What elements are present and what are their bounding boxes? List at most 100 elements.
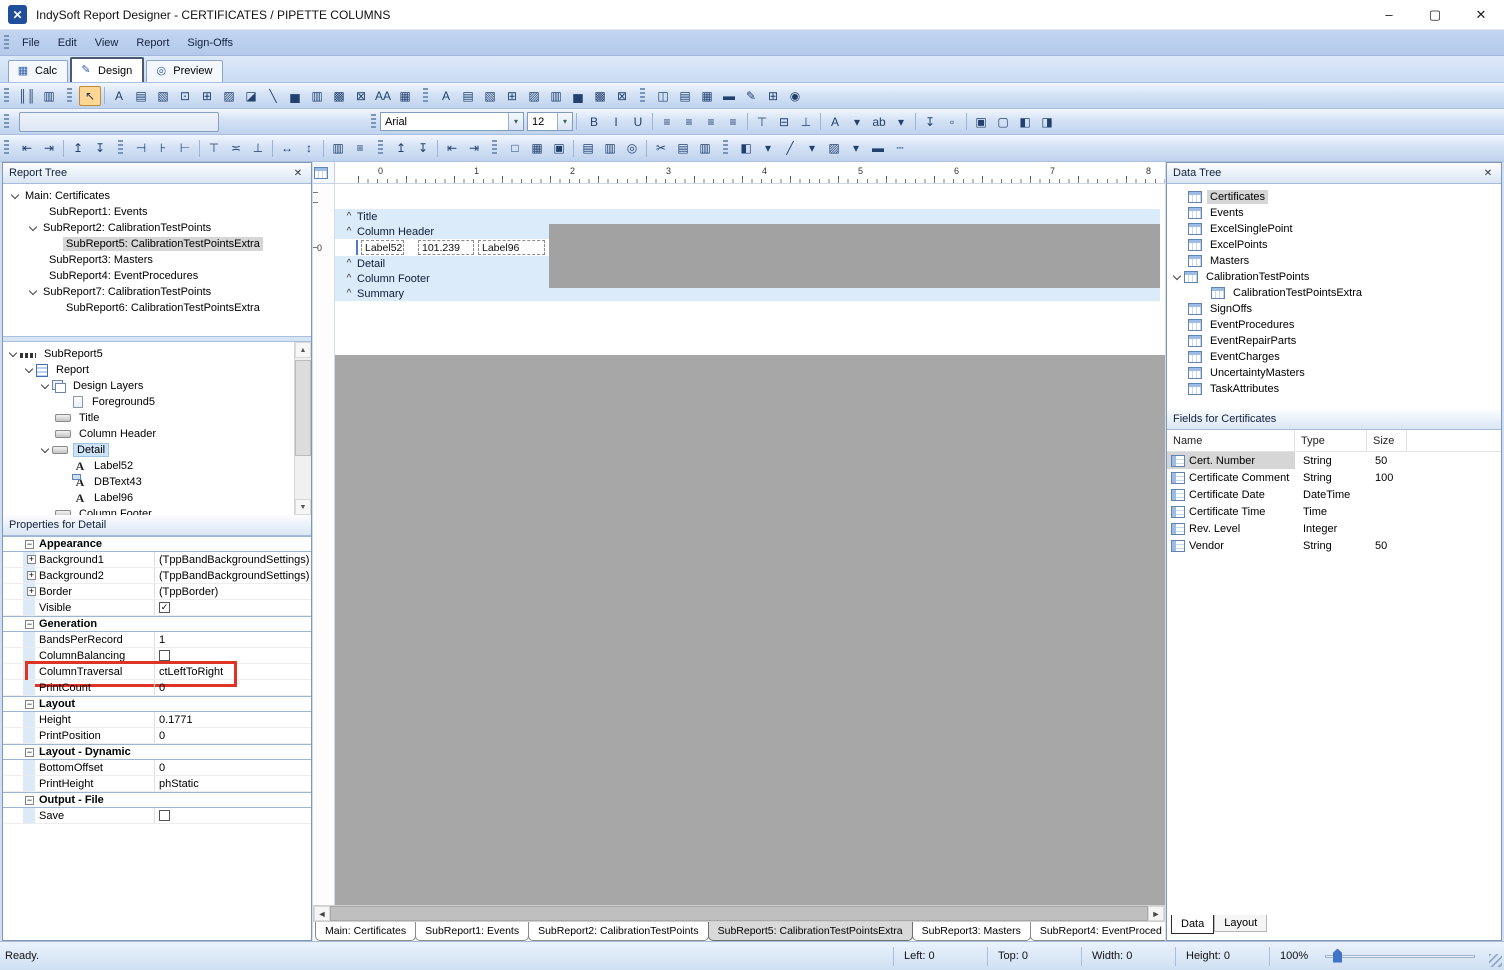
- underline-icon[interactable]: U: [627, 112, 649, 132]
- grow-width-icon[interactable]: ⇤: [441, 138, 463, 158]
- scroll-down-icon[interactable]: ▼: [295, 499, 311, 515]
- field-row[interactable]: Rev. LevelInteger: [1167, 520, 1501, 537]
- property-row[interactable]: BandsPerRecord1: [3, 632, 311, 648]
- subreport-tool-icon[interactable]: ▤: [674, 86, 696, 106]
- toolbar-grip[interactable]: [4, 88, 9, 104]
- horizontal-scrollbar[interactable]: ◄ ►: [313, 905, 1165, 922]
- toolbar-grip[interactable]: [492, 140, 497, 156]
- move-backward-icon[interactable]: ◨: [1036, 112, 1058, 132]
- space-vertically-icon[interactable]: ↕: [298, 138, 320, 158]
- collapse-icon[interactable]: −: [25, 796, 34, 805]
- bring-to-front-icon[interactable]: ▣: [970, 112, 992, 132]
- field-row[interactable]: Certificate TimeTime: [1167, 503, 1501, 520]
- chevron-down-icon[interactable]: [27, 286, 40, 298]
- report-element-label52[interactable]: Label52: [361, 240, 404, 255]
- zoom-slider-thumb[interactable]: [1333, 949, 1342, 963]
- shade-color-icon[interactable]: ▨: [823, 138, 845, 158]
- chevron-down-icon[interactable]: [39, 444, 52, 456]
- object-tree-item-selected[interactable]: Detail: [3, 442, 311, 458]
- close-button[interactable]: ✕: [1458, 0, 1504, 29]
- chevron-down-icon[interactable]: [7, 348, 20, 360]
- fill-color-icon[interactable]: ◧: [735, 138, 757, 158]
- grid-tool-icon[interactable]: ▦: [394, 86, 416, 106]
- dbcheckbox-tool-icon[interactable]: ⊠: [611, 86, 633, 106]
- tab-calc[interactable]: ▦ Calc: [8, 60, 68, 82]
- barcode-settings-icon[interactable]: ▥: [38, 86, 60, 106]
- property-row[interactable]: PrintCount0: [3, 680, 311, 696]
- line-color-icon[interactable]: ╱: [779, 138, 801, 158]
- barcode2d-tool-icon[interactable]: ▩: [328, 86, 350, 106]
- property-category[interactable]: −Layout - Dynamic: [3, 744, 311, 760]
- menu-view[interactable]: View: [86, 33, 128, 53]
- open-report-icon[interactable]: ▦: [526, 138, 548, 158]
- property-category[interactable]: −Generation: [3, 616, 311, 632]
- property-category[interactable]: −Layout: [3, 696, 311, 712]
- property-row-columntraversal[interactable]: ColumnTraversalctLeftToRight: [3, 664, 311, 680]
- close-icon[interactable]: ✕: [291, 168, 305, 179]
- data-tree-item[interactable]: ExcelSinglePoint: [1167, 221, 1501, 237]
- doc-tab-main-certificates[interactable]: Main: Certificates: [315, 922, 416, 941]
- object-tree-item[interactable]: Title: [3, 410, 311, 426]
- collapse-band-icon[interactable]: ^: [343, 273, 355, 284]
- toolbar-grip[interactable]: [4, 114, 9, 130]
- match-size-icon[interactable]: ▥: [327, 138, 349, 158]
- fill-color-dropdown-icon[interactable]: ▾: [757, 138, 779, 158]
- data-tree-item[interactable]: UncertaintyMasters: [1167, 365, 1501, 381]
- print-preview-icon[interactable]: ◎: [621, 138, 643, 158]
- barcode-icon[interactable]: ║║: [16, 86, 38, 106]
- property-row[interactable]: PrintPosition0: [3, 728, 311, 744]
- data-tree-item[interactable]: EventCharges: [1167, 349, 1501, 365]
- checkbox-unchecked[interactable]: [159, 810, 170, 821]
- report-tree-item[interactable]: SubReport6: CalibrationTestPointsExtra: [3, 300, 311, 316]
- menu-file[interactable]: File: [13, 33, 49, 53]
- report-tree-item[interactable]: SubReport4: EventProcedures: [3, 268, 311, 284]
- object-tree-item[interactable]: SubReport5: [3, 346, 311, 362]
- new-report-icon[interactable]: □: [504, 138, 526, 158]
- column-header-type[interactable]: Type: [1295, 430, 1367, 451]
- style-combo[interactable]: [19, 112, 219, 132]
- align-center-icon[interactable]: ≡: [678, 112, 700, 132]
- toolbar-grip[interactable]: [4, 35, 9, 51]
- highlight-color-dropdown-icon[interactable]: ▾: [890, 112, 912, 132]
- data-tree-item[interactable]: Events: [1167, 205, 1501, 221]
- chevron-down-icon[interactable]: [27, 222, 40, 234]
- minimize-button[interactable]: –: [1366, 0, 1412, 29]
- resize-grip-icon[interactable]: [1489, 954, 1502, 967]
- shift-right-icon[interactable]: ⇥: [38, 138, 60, 158]
- report-tree-item[interactable]: SubReport7: CalibrationTestPoints: [3, 284, 311, 300]
- align-bottoms-icon[interactable]: ⊥: [247, 138, 269, 158]
- data-tree-item[interactable]: ExcelPoints: [1167, 237, 1501, 253]
- data-tree-item[interactable]: CalibrationTestPointsExtra: [1167, 285, 1501, 301]
- nudge-down-icon[interactable]: ↧: [89, 138, 111, 158]
- data-tree-item[interactable]: SignOffs: [1167, 301, 1501, 317]
- align-rights-icon[interactable]: ⊢: [174, 138, 196, 158]
- data-tree-item[interactable]: Masters: [1167, 253, 1501, 269]
- font-size-combo[interactable]: 12 ▾: [527, 112, 573, 131]
- scroll-left-icon[interactable]: ◄: [314, 906, 330, 921]
- object-tree-item[interactable]: Column Footer: [3, 506, 311, 515]
- menu-report[interactable]: Report: [127, 33, 178, 53]
- align-centers-icon[interactable]: ⊦: [152, 138, 174, 158]
- data-tree-item[interactable]: TaskAttributes: [1167, 381, 1501, 397]
- map-pin-tool-icon[interactable]: ◉: [784, 86, 806, 106]
- data-tree-item[interactable]: EventRepairParts: [1167, 333, 1501, 349]
- chevron-down-icon[interactable]: [1171, 271, 1184, 283]
- data-tree-item[interactable]: EventProcedures: [1167, 317, 1501, 333]
- print-icon[interactable]: ▥: [599, 138, 621, 158]
- report-tree-item[interactable]: SubReport3: Masters: [3, 252, 311, 268]
- toolbar-grip[interactable]: [378, 140, 383, 156]
- dbtext-tool-icon[interactable]: A: [435, 86, 457, 106]
- align-tops-icon[interactable]: ⊤: [203, 138, 225, 158]
- crosstab-tool-icon[interactable]: ▦: [696, 86, 718, 106]
- doc-tab-subreport3[interactable]: SubReport3: Masters: [912, 922, 1031, 941]
- property-row[interactable]: BottomOffset0: [3, 760, 311, 776]
- dbmemo-tool-icon[interactable]: ▤: [457, 86, 479, 106]
- scroll-up-icon[interactable]: ▲: [295, 342, 311, 358]
- save-report-icon[interactable]: ▣: [548, 138, 570, 158]
- report-element-label96[interactable]: Label96: [478, 240, 545, 255]
- property-row[interactable]: Height0.1771: [3, 712, 311, 728]
- scrollbar-thumb[interactable]: [295, 360, 311, 456]
- label-tool-icon[interactable]: A: [108, 86, 130, 106]
- object-tree-item[interactable]: Foreground5: [3, 394, 311, 410]
- chevron-down-icon[interactable]: ▾: [508, 113, 523, 130]
